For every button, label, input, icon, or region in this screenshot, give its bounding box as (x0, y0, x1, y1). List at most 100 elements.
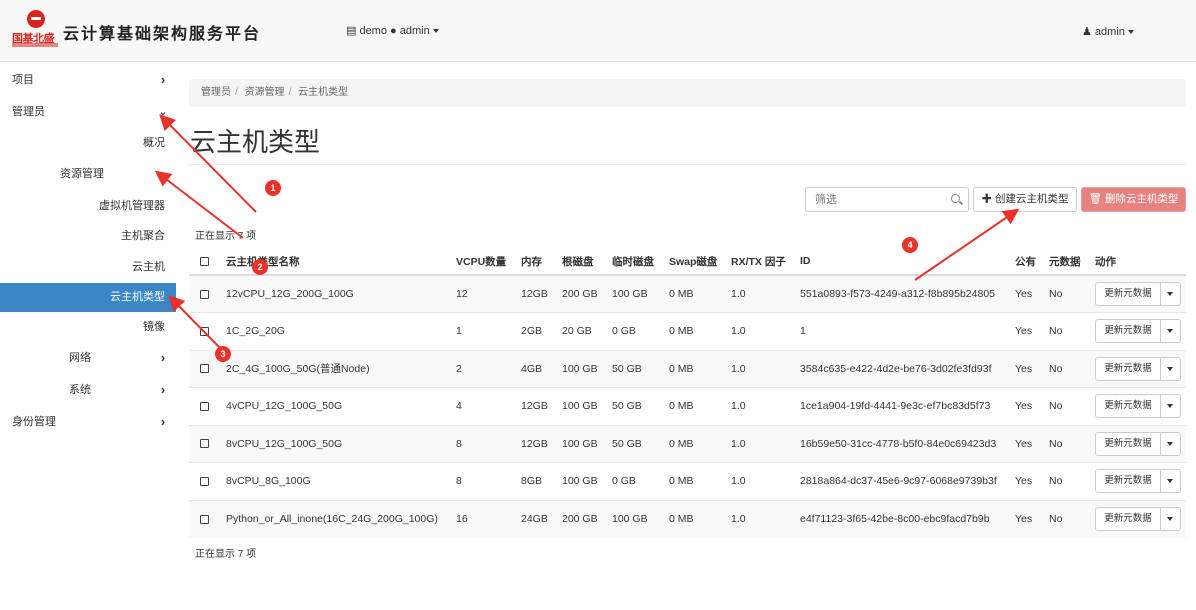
col-header-metadata[interactable]: 元数据 (1049, 248, 1095, 276)
annotation-badge-4: 4 (902, 237, 918, 253)
user-menu[interactable]: ♟ admin (1082, 25, 1134, 38)
breadcrumb-item-admin[interactable]: 管理员 (201, 87, 231, 98)
swap-disk: 0 MB (669, 462, 731, 500)
row-checkbox[interactable] (200, 439, 209, 449)
breadcrumb-item-current: 云主机类型 (298, 87, 349, 98)
row-actions-dropdown-icon[interactable] (1161, 356, 1181, 381)
col-header-ephemeral-disk[interactable]: 临时磁盘 (612, 248, 669, 276)
breadcrumb: 管理员 / 资源管理 / 云主机类型 (189, 79, 1186, 107)
sidebar-item-resource-mgmt[interactable]: 资源管理 (0, 161, 176, 187)
vcpu-count: 16 (456, 499, 521, 538)
metadata-flag[interactable]: No (1049, 312, 1095, 350)
row-actions: 更新元数据 (1095, 274, 1186, 313)
sidebar-item-label: 网络 (69, 352, 91, 364)
create-flavor-button[interactable]: ✚ 创建云主机类型 (973, 187, 1077, 212)
row-actions-dropdown-icon[interactable] (1161, 507, 1181, 531)
col-header-actions: 动作 (1095, 248, 1186, 276)
rxtx-factor: 1.0 (731, 349, 800, 388)
select-all-checkbox[interactable] (200, 256, 209, 266)
row-actions-dropdown-icon[interactable] (1161, 469, 1181, 494)
sidebar-item-identity[interactable]: 身份管理 › (0, 409, 176, 435)
table-row: 8vCPU_12G_100G_50G 8 12GB 100 GB 50 GB 0 MB 1.… (189, 424, 1186, 463)
sidebar-item-flavors[interactable]: 云主机类型 (0, 283, 176, 312)
metadata-flag[interactable]: No (1049, 349, 1095, 388)
sidebar-item-instances[interactable]: 云主机 (0, 254, 165, 280)
delete-flavors-button[interactable]: 🗑 删除云主机类型 (1081, 187, 1186, 212)
col-header-swap-disk[interactable]: Swap磁盘 (669, 248, 731, 276)
project-switcher[interactable]: ▤ demo ● admin (346, 24, 439, 37)
sidebar-item-admin[interactable]: 管理员 ⌄ (0, 99, 176, 125)
col-header-public[interactable]: 公有 (1015, 248, 1049, 276)
chevron-down-icon: ⌄ (158, 106, 168, 118)
row-select-cell (189, 499, 226, 538)
row-checkbox[interactable] (200, 326, 209, 336)
search-icon[interactable] (951, 194, 960, 203)
sidebar-item-label: 镜像 (143, 321, 165, 333)
ephemeral-disk: 100 GB (612, 274, 669, 313)
update-metadata-button[interactable]: 更新元数据 (1095, 319, 1161, 344)
col-header-vcpu[interactable]: VCPU数量 (456, 248, 521, 276)
metadata-flag[interactable]: No (1049, 499, 1095, 538)
update-metadata-button[interactable]: 更新元数据 (1095, 431, 1161, 456)
row-actions: 更新元数据 (1095, 499, 1186, 538)
row-actions-dropdown-icon[interactable] (1161, 431, 1181, 456)
breadcrumb-item-resource[interactable]: 资源管理 (245, 87, 285, 98)
metadata-flag[interactable]: No (1049, 462, 1095, 500)
root-disk: 100 GB (562, 462, 612, 500)
update-metadata-button[interactable]: 更新元数据 (1095, 282, 1161, 306)
sidebar-item-project[interactable]: 项目 › (0, 67, 176, 93)
row-select-cell (189, 274, 226, 313)
sidebar-item-overview[interactable]: 概况 (0, 130, 165, 156)
flavors-table: 云主机类型名称 VCPU数量 内存 根磁盘 临时磁盘 Swap磁盘 RX/TX … (189, 248, 1186, 538)
caret-down-icon (1127, 30, 1134, 35)
annotation-badge-2: 2 (252, 259, 268, 275)
row-actions-dropdown-icon[interactable] (1161, 394, 1181, 419)
root-disk: 100 GB (562, 424, 612, 463)
update-metadata-button[interactable]: 更新元数据 (1095, 394, 1161, 419)
vcpu-count: 2 (456, 349, 521, 388)
update-metadata-button[interactable]: 更新元数据 (1095, 356, 1161, 381)
metadata-flag[interactable]: No (1049, 387, 1095, 425)
row-actions-dropdown-icon[interactable] (1161, 282, 1181, 306)
vcpu-count: 12 (456, 274, 521, 313)
root-disk: 100 GB (562, 349, 612, 388)
sidebar-item-label: 管理员 (12, 106, 45, 118)
row-actions: 更新元数据 (1095, 387, 1186, 425)
annotation-badge-3: 3 (215, 346, 231, 362)
flavor-id: 1ce1a904-19fd-4441-9e3c-ef7bc83d5f73 (800, 387, 1015, 425)
row-checkbox[interactable] (200, 289, 209, 299)
row-checkbox[interactable] (200, 514, 209, 524)
update-metadata-button[interactable]: 更新元数据 (1095, 469, 1161, 494)
rxtx-factor: 1.0 (731, 387, 800, 425)
filter-input[interactable] (806, 188, 936, 211)
chevron-right-icon: › (160, 350, 166, 365)
col-header-ram[interactable]: 内存 (521, 248, 562, 276)
top-navbar: 国基北盛 云计算基础架构服务平台 ▤ demo ● admin ♟ admin (0, 0, 1196, 62)
logo-underline (12, 43, 58, 47)
col-header-rxtx[interactable]: RX/TX 因子 (731, 248, 800, 276)
update-metadata-button[interactable]: 更新元数据 (1095, 507, 1161, 531)
metadata-flag[interactable]: No (1049, 274, 1095, 313)
root-disk: 200 GB (562, 274, 612, 313)
chevron-right-icon: › (160, 72, 166, 87)
flavor-name: 8vCPU_8G_100G (226, 462, 456, 500)
title-divider (189, 164, 1186, 165)
sidebar-item-host-aggregates[interactable]: 主机聚合 (0, 223, 165, 249)
swap-disk: 0 MB (669, 424, 731, 463)
sidebar-item-images[interactable]: 镜像 (0, 314, 165, 340)
chevron-right-icon: › (160, 414, 166, 429)
row-actions: 更新元数据 (1095, 312, 1186, 350)
metadata-flag[interactable]: No (1049, 424, 1095, 463)
chevron-right-icon: › (160, 382, 166, 397)
col-header-root-disk[interactable]: 根磁盘 (562, 248, 612, 276)
sidebar-item-system[interactable]: 系统 › (0, 377, 176, 403)
sidebar-item-network[interactable]: 网络 › (0, 345, 176, 371)
row-checkbox[interactable] (200, 476, 209, 486)
row-actions-dropdown-icon[interactable] (1161, 319, 1181, 344)
row-checkbox[interactable] (200, 401, 209, 411)
ram-size: 12GB (521, 387, 562, 425)
sidebar-item-hypervisors[interactable]: 虚拟机管理器 (0, 193, 165, 219)
row-checkbox[interactable] (200, 364, 209, 374)
brand-logo[interactable]: 国基北盛 (12, 8, 58, 48)
brand-title: 云计算基础架构服务平台 (63, 24, 262, 43)
